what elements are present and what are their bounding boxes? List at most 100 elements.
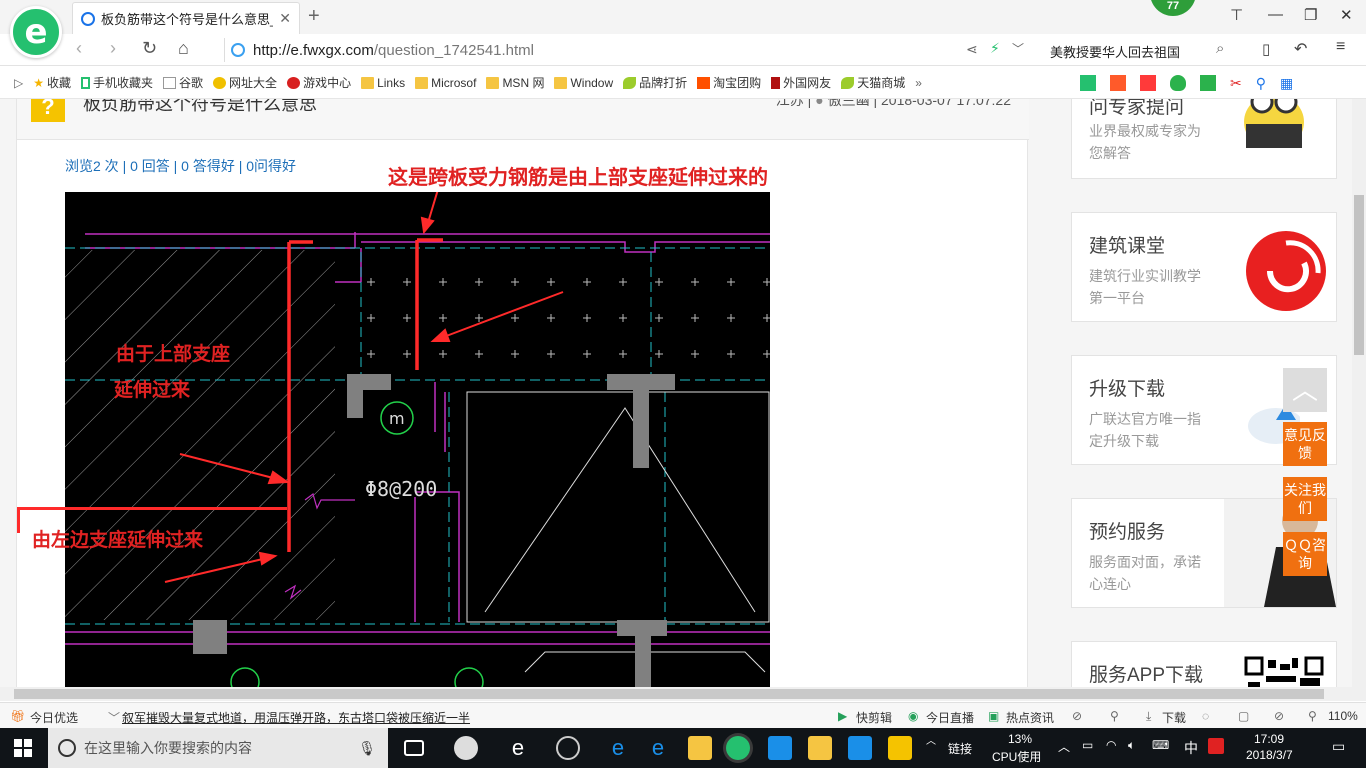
speed-icon[interactable]: ⊘ <box>1072 709 1082 723</box>
minimize-icon[interactable]: — <box>1268 6 1283 23</box>
bookmark-google[interactable]: 谷歌 <box>163 74 203 91</box>
notes-icon[interactable] <box>808 736 832 760</box>
clock-date[interactable]: 2018/3/7 <box>1246 748 1293 762</box>
zoom-level[interactable]: 110% <box>1328 709 1358 723</box>
more-bookmarks-icon[interactable]: » <box>915 76 922 90</box>
tab-active[interactable]: 板负筋带这个符号是什么意思_广 ✕ <box>72 2 300 34</box>
shirt-icon[interactable]: ⊤ <box>1230 6 1243 24</box>
restore-icon[interactable]: ❐ <box>1304 6 1317 24</box>
bookmark-microsoft[interactable]: Microsof <box>415 76 476 90</box>
url-field[interactable]: http://e.fwxgx.com/question_1742541.html <box>224 38 1034 62</box>
grid-icon[interactable]: ▦ <box>1280 75 1293 92</box>
notification-center-icon[interactable]: ▭ <box>1332 738 1345 755</box>
horizontal-scroll-thumb[interactable] <box>14 689 1324 699</box>
browser-logo-icon[interactable]: e <box>10 6 62 58</box>
sogou-icon[interactable] <box>1208 738 1224 754</box>
magnifier-icon[interactable]: ⚲ <box>1256 75 1266 92</box>
pin-icon[interactable]: ⚲ <box>1110 709 1119 723</box>
link-label[interactable]: 链接 <box>948 740 972 757</box>
bookmark-tmall[interactable]: 天猫商城 <box>841 74 905 91</box>
bookmark-mobile[interactable]: 手机收藏夹 <box>81 74 153 91</box>
search-icon[interactable]: ⌕ <box>1216 40 1224 57</box>
bookmark-foreign[interactable]: 外国网友 <box>771 74 831 91</box>
cleanup-icon[interactable]: ⊘ <box>1274 709 1284 723</box>
home-icon[interactable]: ⌂ <box>178 38 189 59</box>
app-plus-icon[interactable] <box>848 736 872 760</box>
back-icon[interactable]: ‹ <box>76 38 82 59</box>
task-view-icon[interactable] <box>404 740 424 756</box>
bookmark-sites[interactable]: 网址大全 <box>213 74 277 91</box>
translate-icon[interactable] <box>1200 75 1216 91</box>
question-user[interactable]: 傲兰幽 <box>828 99 870 108</box>
windows-start-icon[interactable] <box>14 739 32 757</box>
chrome-like-icon[interactable] <box>556 736 580 760</box>
share-icon[interactable]: ⋖ <box>966 41 978 58</box>
site-info-icon[interactable] <box>231 43 245 57</box>
forward-icon[interactable]: › <box>110 38 116 59</box>
wifi-icon[interactable]: ◠ <box>1106 738 1116 752</box>
vertical-scrollbar[interactable] <box>1352 99 1366 688</box>
shield-icon[interactable] <box>1170 75 1186 91</box>
fan-app-icon[interactable] <box>454 736 478 760</box>
bookmark-taobao[interactable]: 淘宝团购 <box>697 74 761 91</box>
chevron-down-icon[interactable]: ﹀ <box>1012 40 1024 57</box>
vertical-scroll-thumb[interactable] <box>1354 195 1364 355</box>
bookmark-brand-discount[interactable]: 品牌打折 <box>623 74 687 91</box>
lightning-icon[interactable]: ⚡ <box>990 40 1000 57</box>
file-explorer-icon[interactable] <box>688 736 712 760</box>
horizontal-scrollbar[interactable] <box>0 687 1366 701</box>
bookmark-windows[interactable]: Window <box>554 76 613 90</box>
bookmark-msn[interactable]: MSN 网 <box>486 74 544 91</box>
quick-clip-link[interactable]: 快剪辑 <box>856 709 892 726</box>
sidebar-building-class[interactable]: 建筑课堂 建筑行业实训教学第一平台 <box>1071 212 1337 322</box>
volume-icon[interactable]: 🔈︎ <box>1128 738 1135 753</box>
bookmark-games[interactable]: 游戏中心 <box>287 74 351 91</box>
help-icon[interactable] <box>888 736 912 760</box>
bookmark-links[interactable]: Links <box>361 76 405 90</box>
daily-picks-link[interactable]: 今日优选 <box>30 709 78 726</box>
qq-consult-button[interactable]: ＱＱ咨询 <box>1283 532 1327 576</box>
edge-icon[interactable]: e <box>606 736 630 760</box>
news-ticker[interactable]: 美教授要华人回去祖国 <box>1050 42 1180 61</box>
phone-icon[interactable]: ▯ <box>1262 40 1270 58</box>
flag-icon <box>771 76 781 89</box>
app-g-icon[interactable] <box>768 736 792 760</box>
feedback-button[interactable]: 意见反馈 <box>1283 422 1327 466</box>
sidebar-ask-expert[interactable]: 问专家提问 业界最权威专家为您解答 <box>1071 99 1337 179</box>
close-tab-icon[interactable]: ✕ <box>279 10 291 27</box>
window-icon[interactable]: ▢ <box>1238 709 1249 723</box>
chevron-down-icon[interactable]: ﹀ <box>108 709 120 726</box>
discount-icon[interactable] <box>1140 75 1156 91</box>
hot-news-link[interactable]: 热点资讯 <box>1006 709 1054 726</box>
taskbar-search-input[interactable]: 在这里输入你要搜索的内容 🎙︎ <box>48 728 388 768</box>
notification-badge[interactable]: 77 <box>1150 0 1196 16</box>
close-window-icon[interactable]: ✕ <box>1340 6 1353 24</box>
scissors-icon[interactable]: ✂ <box>1230 75 1242 92</box>
download-link[interactable]: 下载 <box>1162 709 1186 726</box>
browser-e-icon[interactable]: e <box>506 736 530 760</box>
back-to-top-button[interactable]: ︿ <box>1283 368 1327 412</box>
tray-up-icon[interactable]: ︿ <box>1058 738 1070 755</box>
battery-icon[interactable]: ▭ <box>1082 738 1093 752</box>
news-headline-link[interactable]: 叙军摧毁大量复式地道，用温压弹开路，东古塔口袋被压缩近一半 <box>122 709 470 726</box>
zoom-icon[interactable]: ⚲ <box>1308 709 1317 723</box>
bookmark-favorites[interactable]: ★ 收藏 <box>33 74 71 91</box>
accelerate-icon[interactable]: ◌ <box>1202 709 1209 723</box>
microphone-icon[interactable]: 🎙︎ <box>358 740 376 757</box>
taskbar-expand-icon[interactable]: ︿ <box>926 732 936 747</box>
refresh-icon[interactable]: ↻ <box>142 38 157 59</box>
sidebar-app-download[interactable]: 服务APP下载 <box>1071 641 1337 687</box>
ie-icon[interactable]: e <box>646 736 670 760</box>
keyboard-icon[interactable]: ⌨ <box>1152 738 1169 752</box>
book-icon[interactable] <box>1080 75 1096 91</box>
tv-icon[interactable] <box>1110 75 1126 91</box>
live-link[interactable]: 今日直播 <box>926 709 974 726</box>
browser-active-icon[interactable] <box>726 736 750 760</box>
ime-indicator[interactable]: 中 <box>1184 738 1198 758</box>
sidebar-toggle-icon[interactable]: ▷ <box>14 76 23 90</box>
menu-icon[interactable]: ≡ <box>1336 38 1345 56</box>
new-tab-icon[interactable]: + <box>308 5 320 28</box>
undo-icon[interactable]: ↶ <box>1294 39 1307 59</box>
clock-time[interactable]: 17:09 <box>1254 732 1284 746</box>
follow-us-button[interactable]: 关注我们 <box>1283 477 1327 521</box>
